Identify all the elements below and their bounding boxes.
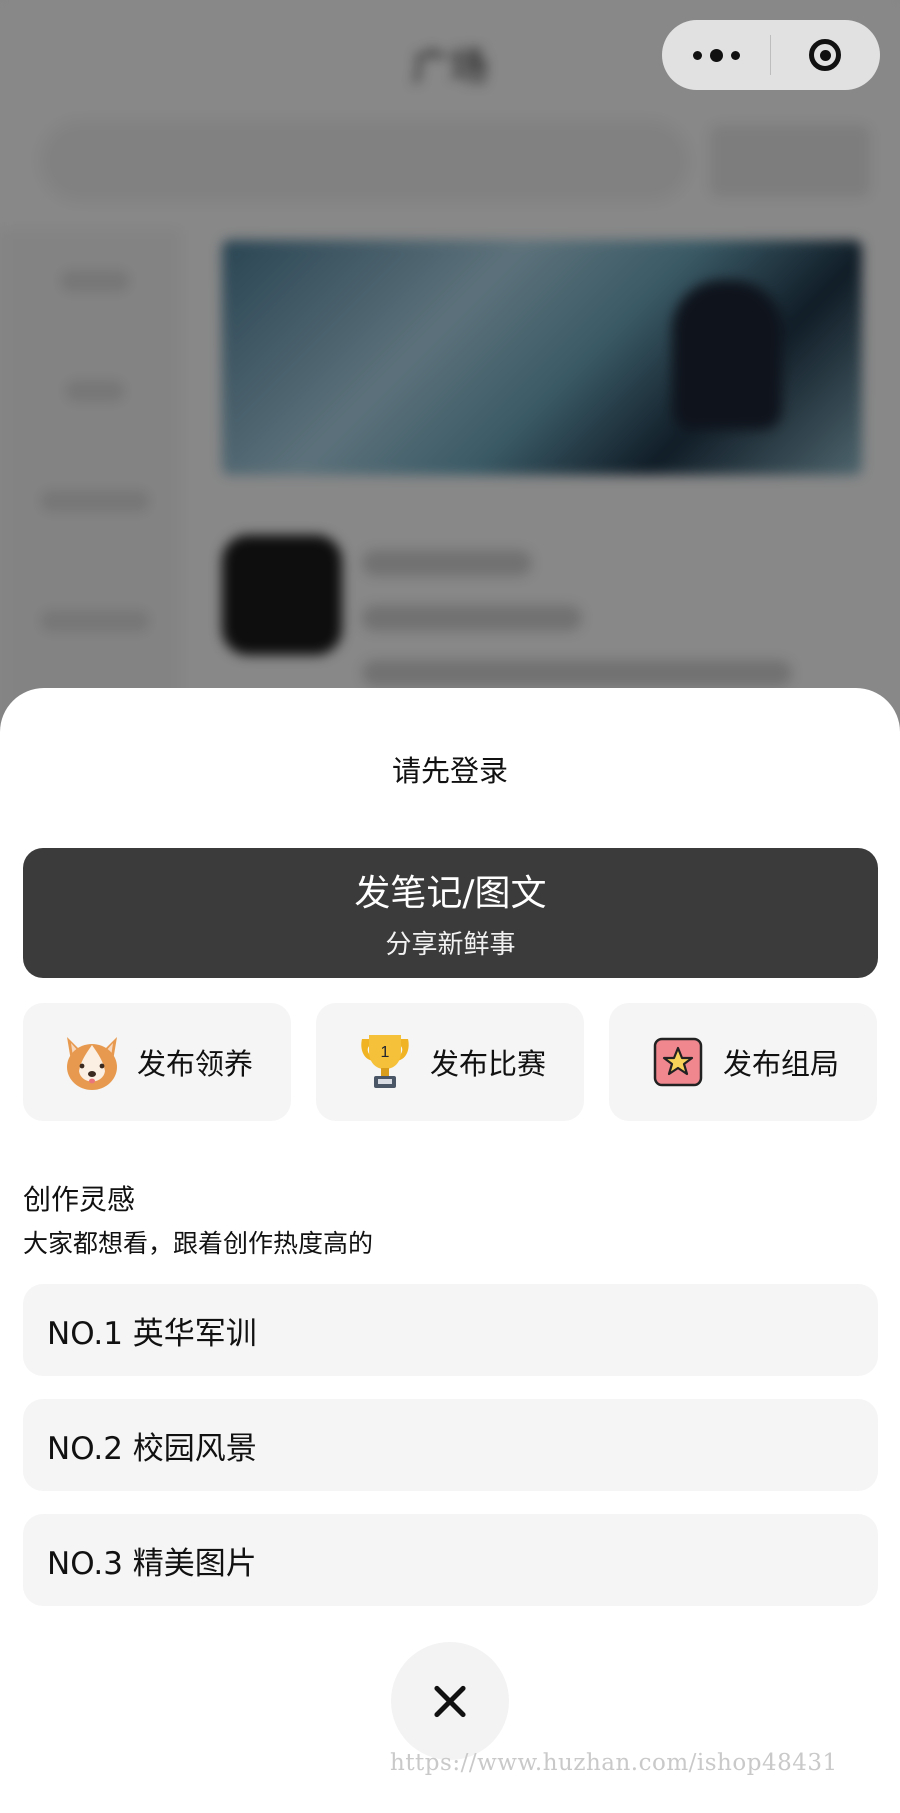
publish-bottom-sheet: 请先登录 发笔记/图文 分享新鲜事 发布领养 1 发布比赛 发布组局 创作灵感 … <box>0 688 900 1813</box>
publish-adoption-label: 发布领养 <box>136 1047 253 1081</box>
close-program-icon[interactable] <box>771 20 879 90</box>
inspiration-subtitle: 大家都想看，跟着创作热度高的 <box>23 1229 374 1258</box>
topic-label: NO.1 英华军训 <box>47 1315 257 1352</box>
topic-item-3[interactable]: NO.3 精美图片 <box>23 1514 878 1606</box>
topic-item-1[interactable]: NO.1 英华军训 <box>23 1284 878 1376</box>
publish-competition-button[interactable]: 1 发布比赛 <box>316 1003 584 1121</box>
trophy-icon: 1 <box>354 1031 416 1093</box>
watermark: https://www.huzhan.com/ishop48431 <box>390 1750 838 1776</box>
publish-note-button[interactable]: 发笔记/图文 分享新鲜事 <box>23 848 878 978</box>
sheet-title: 请先登录 <box>391 754 508 788</box>
svg-text:1: 1 <box>381 1044 390 1061</box>
topic-label: NO.2 校园风景 <box>47 1430 257 1467</box>
corgi-dog-icon <box>61 1031 123 1093</box>
topic-label: NO.3 精美图片 <box>47 1545 257 1582</box>
publish-competition-label: 发布比赛 <box>429 1047 546 1081</box>
topic-item-2[interactable]: NO.2 校园风景 <box>23 1399 878 1491</box>
publish-meetup-label: 发布组局 <box>722 1047 839 1081</box>
mini-program-capsule <box>662 20 880 90</box>
publish-adoption-button[interactable]: 发布领养 <box>23 1003 291 1121</box>
publish-note-sublabel: 分享新鲜事 <box>385 930 516 960</box>
publish-meetup-button[interactable]: 发布组局 <box>609 1003 877 1121</box>
more-options-icon[interactable] <box>662 20 770 90</box>
star-badge-icon <box>647 1031 709 1093</box>
inspiration-title: 创作灵感 <box>23 1183 136 1216</box>
close-icon[interactable] <box>391 1642 509 1760</box>
publish-note-label: 发笔记/图文 <box>354 873 547 914</box>
